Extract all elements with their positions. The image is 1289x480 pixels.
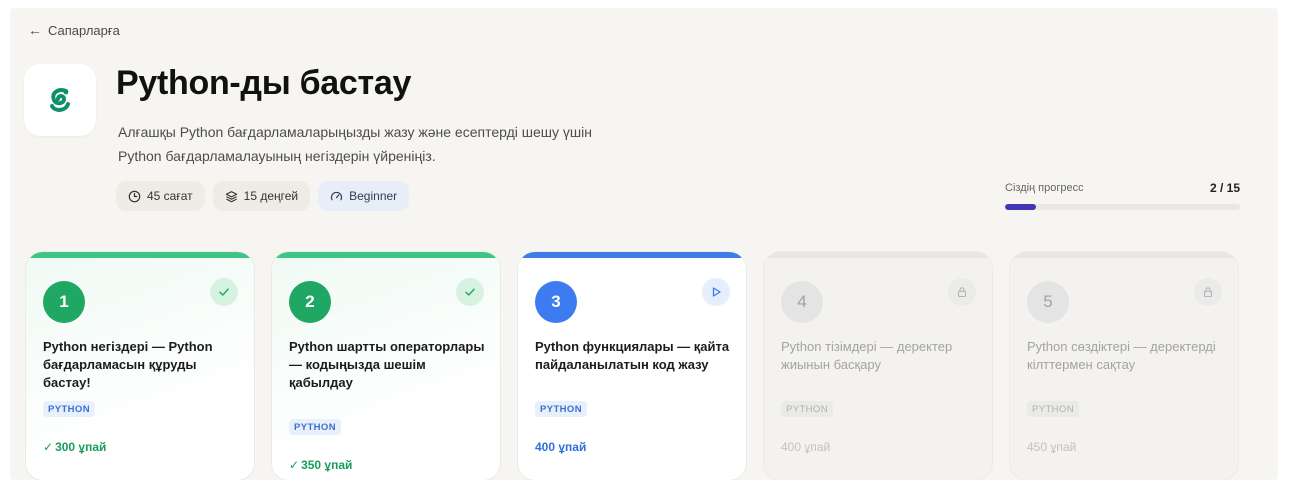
- card-status-bar: [518, 252, 746, 258]
- card-status-bar: [764, 252, 992, 258]
- progress-panel: Сіздің прогресс 2 / 15: [1005, 181, 1240, 210]
- difficulty-text: Beginner: [349, 189, 398, 203]
- play-badge[interactable]: [702, 278, 730, 306]
- layers-icon: [225, 190, 237, 202]
- checkmark-icon: [219, 288, 229, 296]
- level-number: 5: [1027, 281, 1069, 323]
- level-title: Python шартты операторлары — кодыңызда ш…: [289, 339, 485, 390]
- python-snake-icon: [50, 88, 70, 112]
- lock-icon: [1203, 287, 1213, 298]
- points-text: 400 ұпай: [781, 440, 831, 454]
- level-title: Python тізімдері — деректер жиынын басқа…: [781, 339, 953, 372]
- course-description: Алғашқы Python бағдарламаларыңызды жазу …: [118, 120, 738, 168]
- card-status-bar: [1010, 252, 1238, 258]
- levels-chip: 15 деңгей: [212, 181, 311, 211]
- points-text: 300 ұпай: [55, 440, 107, 454]
- level-cards: 1 Python негіздері — Python бағдарламасы…: [25, 251, 1239, 480]
- duration-chip: 45 сағат: [116, 181, 205, 211]
- gauge-icon: [331, 191, 343, 200]
- card-status-bar: [272, 252, 500, 258]
- completed-badge: [210, 278, 238, 306]
- level-points: 450 ұпай: [1027, 440, 1076, 454]
- clock-icon: [128, 190, 141, 202]
- checkmark-icon: [465, 288, 475, 296]
- level-title: Python функциялары — қайта пайдаланылаты…: [535, 339, 730, 372]
- points-text: 350 ұпай: [301, 458, 353, 472]
- arrow-left-icon: ←: [28, 22, 42, 38]
- level-title: Python сөздіктері — деректерді кілттерме…: [1027, 339, 1216, 372]
- level-points: 400 ұпай: [535, 440, 586, 454]
- course-title: Python-ды бастау: [116, 64, 412, 102]
- level-title: Python негіздері — Python бағдарламасын …: [43, 339, 213, 390]
- language-tag: PYTHON: [535, 401, 587, 417]
- language-tag: PYTHON: [43, 401, 95, 417]
- level-number: 3: [535, 281, 577, 323]
- level-card-3[interactable]: 3 Python функциялары — қайта пайдаланыла…: [517, 251, 747, 480]
- level-points: ✓ 350 ұпай: [289, 458, 352, 472]
- level-number: 1: [43, 281, 85, 323]
- level-number: 4: [781, 281, 823, 323]
- course-logo: [24, 64, 96, 136]
- lock-icon: [957, 287, 967, 298]
- level-card-4: 4 Python тізімдері — деректер жиынын бас…: [763, 251, 993, 480]
- level-card-1[interactable]: 1 Python негіздері — Python бағдарламасы…: [25, 251, 255, 480]
- description-line-1: Алғашқы Python бағдарламаларыңызды жазу …: [118, 124, 592, 140]
- progress-count: 2 / 15: [1209, 181, 1240, 195]
- course-page: ← Сапарларға Python-ды бастау Алғашқы Py…: [10, 8, 1278, 480]
- checkmark-icon: ✓: [289, 458, 300, 472]
- language-tag: PYTHON: [289, 419, 341, 435]
- level-number: 2: [289, 281, 331, 323]
- language-tag: PYTHON: [781, 401, 833, 417]
- points-text: 450 ұпай: [1027, 440, 1077, 454]
- back-label: Сапарларға: [48, 22, 120, 38]
- level-points: 400 ұпай: [781, 440, 830, 454]
- level-card-5: 5 Python сөздіктері — деректерді кілттер…: [1009, 251, 1239, 480]
- locked-badge: [948, 278, 976, 306]
- duration-text: 45 сағат: [147, 189, 193, 203]
- difficulty-chip: Beginner: [318, 181, 410, 211]
- level-card-2[interactable]: 2 Python шартты операторлары — кодыңызда…: [271, 251, 501, 480]
- points-text: 400 ұпай: [535, 440, 587, 454]
- progress-label: Сіздің прогресс: [1005, 182, 1084, 194]
- back-to-journeys-link[interactable]: ← Сапарларға: [28, 22, 120, 38]
- locked-badge: [1194, 278, 1222, 306]
- language-tag: PYTHON: [1027, 401, 1079, 417]
- play-icon: [712, 287, 721, 297]
- course-meta: 45 сағат 15 деңгей Beginner: [116, 181, 410, 211]
- description-line-2: Python бағдарламалауының негіздерін үйре…: [118, 148, 436, 164]
- completed-badge: [456, 278, 484, 306]
- progress-track: [1005, 204, 1240, 210]
- progress-fill: [1005, 204, 1037, 210]
- checkmark-icon: ✓: [43, 440, 54, 454]
- level-points: ✓ 300 ұпай: [43, 440, 106, 454]
- card-status-bar: [26, 252, 254, 258]
- levels-text: 15 деңгей: [243, 189, 299, 203]
